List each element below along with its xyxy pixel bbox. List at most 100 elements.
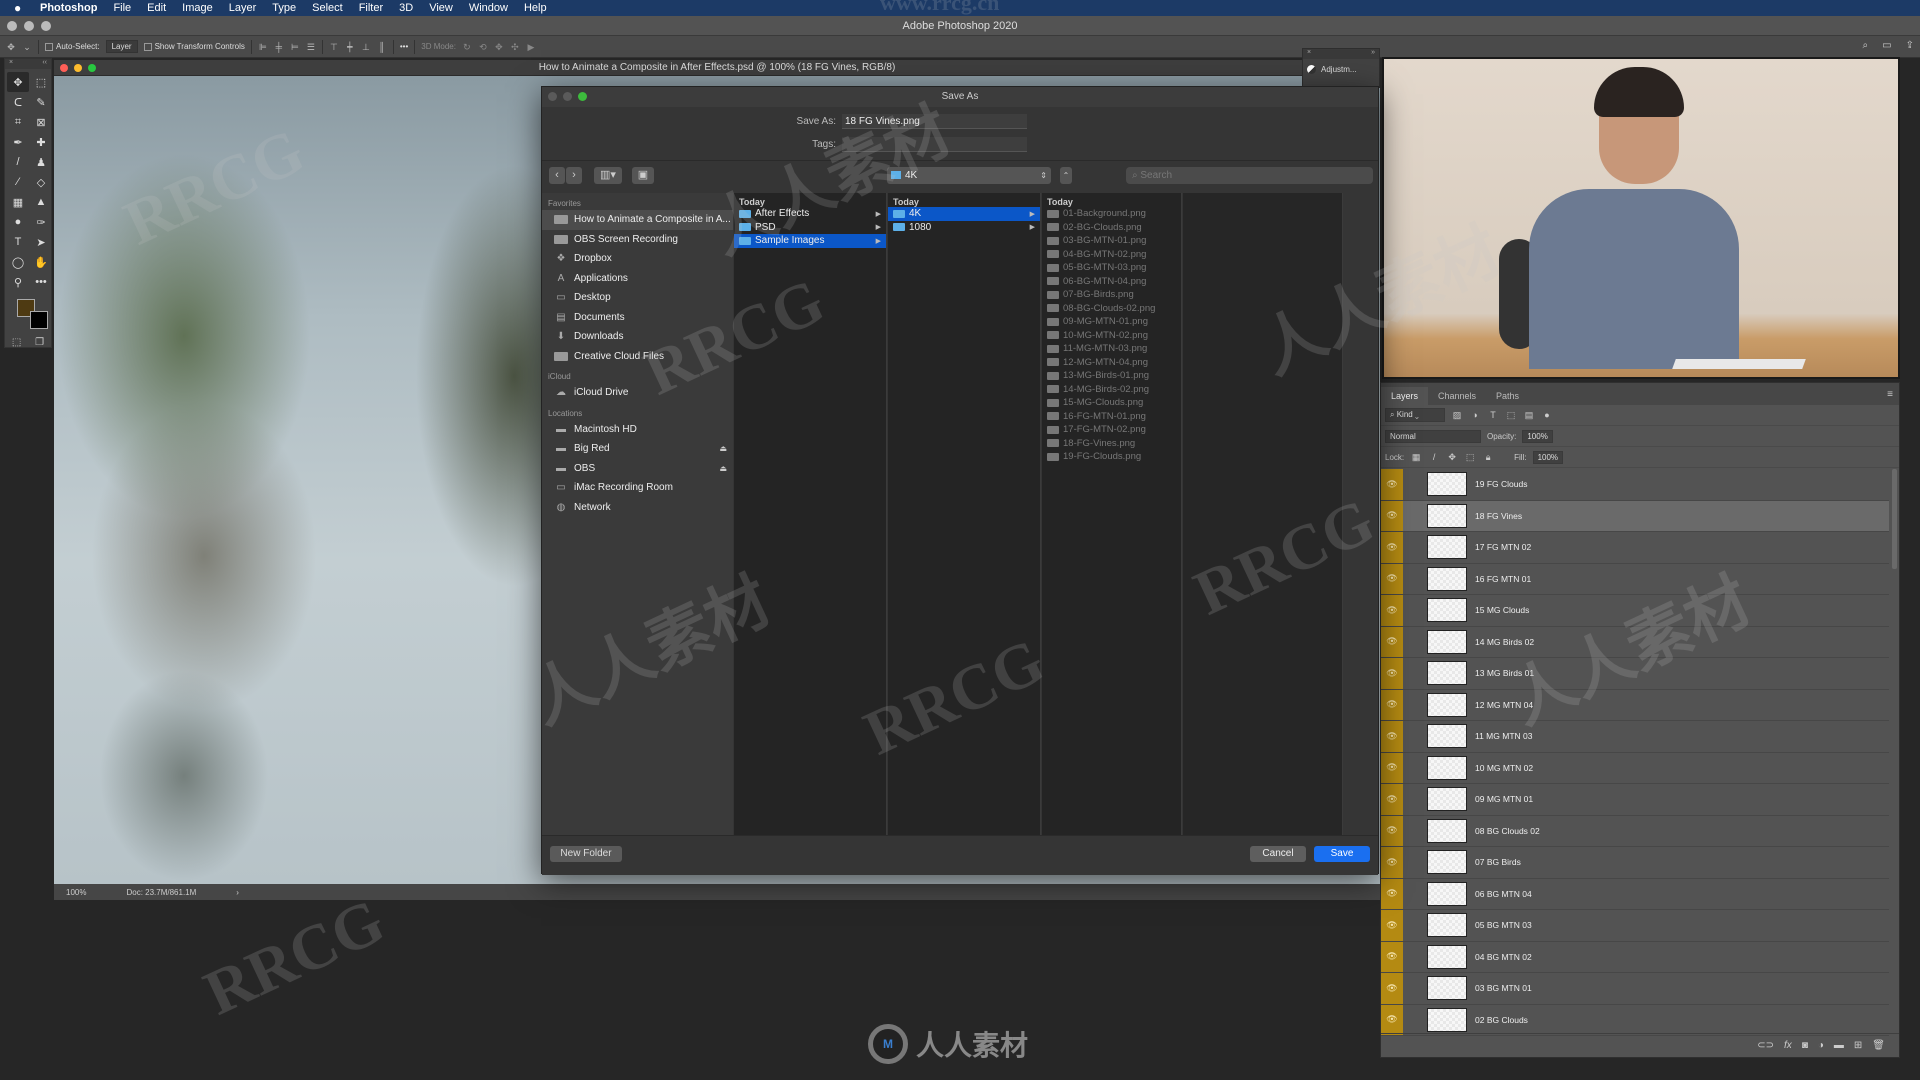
search-field[interactable]: ⌕ Search — [1126, 167, 1373, 184]
brush-tool-icon[interactable]: / — [7, 152, 29, 172]
workspace-icon[interactable]: ▭ — [1882, 40, 1891, 51]
opacity-field[interactable]: 100% — [1522, 429, 1553, 443]
file-item[interactable]: 07-BG-Birds.png — [1042, 288, 1181, 302]
align-left-icon[interactable]: ⊫ — [258, 42, 268, 52]
layer-row[interactable]: 👁︎ 14 MG Birds 02 — [1381, 626, 1889, 658]
auto-select-checkbox[interactable]: Auto-Select: — [45, 42, 100, 51]
layer-row[interactable]: 👁︎ 02 BG Clouds — [1381, 1004, 1889, 1036]
layer-name[interactable]: 07 BG Birds — [1475, 857, 1521, 867]
new-group-icon[interactable]: ▬ — [1834, 1040, 1844, 1051]
menu-3d[interactable]: 3D — [399, 2, 413, 14]
eraser-tool-icon[interactable]: ◇ — [30, 172, 52, 192]
sidebar-item[interactable]: ▬ Macintosh HD — [542, 420, 733, 440]
filter-kind-dropdown[interactable]: ⌕ Kind ⌄ — [1385, 408, 1445, 422]
folder-item[interactable]: PSD ▶ — [734, 221, 886, 235]
file-item[interactable]: 12-MG-MTN-04.png — [1042, 356, 1181, 370]
sidebar-item[interactable]: Creative Cloud Files — [542, 347, 733, 367]
file-item[interactable]: 18-FG-Vines.png — [1042, 437, 1181, 451]
align-bottom-icon[interactable]: ⊥ — [361, 42, 371, 52]
sidebar-item[interactable]: ▬ Big Red ⏏ — [542, 439, 733, 459]
visibility-eye-icon[interactable]: 👁︎ — [1381, 626, 1403, 657]
file-item[interactable]: 19-FG-Clouds.png — [1042, 450, 1181, 464]
3d-camera-icon[interactable]: ▶ — [526, 42, 536, 52]
screen-mode-icon[interactable]: ❐ — [35, 337, 44, 348]
pen-tool-icon[interactable]: ✑ — [30, 212, 52, 232]
adjustment-layer-icon[interactable]: ◑ — [1818, 1040, 1824, 1051]
apple-icon[interactable]: ● — [14, 1, 28, 15]
3d-pan-icon[interactable]: ✥ — [494, 42, 504, 52]
layer-name[interactable]: 06 BG MTN 04 — [1475, 889, 1532, 899]
blur-tool-icon[interactable]: ▲ — [30, 192, 52, 212]
filter-pixel-icon[interactable]: ▨ — [1451, 410, 1463, 421]
distribute-icon[interactable]: ☰ — [306, 42, 316, 52]
save-as-filename-input[interactable]: 18 FG Vines.png — [842, 114, 1027, 129]
lock-position-icon[interactable]: ✥ — [1446, 452, 1458, 463]
eject-icon[interactable]: ⏏ — [719, 444, 727, 453]
file-item[interactable]: 03-BG-MTN-01.png — [1042, 234, 1181, 248]
file-item[interactable]: 04-BG-MTN-02.png — [1042, 248, 1181, 262]
lock-transparency-icon[interactable]: ▦ — [1410, 452, 1422, 463]
close-icon[interactable]: × — [1307, 49, 1311, 59]
layers-scrollbar[interactable] — [1892, 469, 1897, 569]
sidebar-item[interactable]: ▭ Desktop — [542, 288, 733, 308]
sidebar-item[interactable]: OBS Screen Recording — [542, 230, 733, 250]
visibility-eye-icon[interactable]: 👁︎ — [1381, 910, 1403, 941]
filter-smart-object-icon[interactable]: ▤ — [1523, 410, 1535, 421]
filter-toggle-icon[interactable]: ● — [1541, 410, 1553, 420]
visibility-eye-icon[interactable]: 👁︎ — [1381, 878, 1403, 909]
sidebar-item[interactable]: ☁ iCloud Drive — [542, 383, 733, 403]
file-item[interactable]: 06-BG-MTN-04.png — [1042, 275, 1181, 289]
layer-row[interactable]: 👁︎ 12 MG MTN 04 — [1381, 689, 1889, 721]
3d-roll-icon[interactable]: ⟲ — [478, 42, 488, 52]
layer-row[interactable]: 👁︎ 17 FG MTN 02 — [1381, 532, 1889, 564]
visibility-eye-icon[interactable]: 👁︎ — [1381, 941, 1403, 972]
layer-row[interactable]: 👁︎ 05 BG MTN 03 — [1381, 910, 1889, 942]
fx-icon[interactable]: fx — [1784, 1040, 1792, 1051]
status-menu-arrow[interactable]: › — [236, 888, 239, 897]
file-item[interactable]: 16-FG-MTN-01.png — [1042, 410, 1181, 424]
menu-edit[interactable]: Edit — [147, 2, 166, 14]
expand-collapse-button[interactable]: ⌃ — [1060, 167, 1072, 184]
zoom-level[interactable]: 100% — [66, 888, 86, 897]
adjustments-button[interactable]: Adjustm... — [1303, 59, 1379, 80]
new-folder-icon-button[interactable]: ▣ — [632, 167, 654, 184]
visibility-eye-icon[interactable]: 👁︎ — [1381, 563, 1403, 594]
layer-row[interactable]: 👁︎ 16 FG MTN 01 — [1381, 563, 1889, 595]
file-item[interactable]: 15-MG-Clouds.png — [1042, 396, 1181, 410]
file-item[interactable]: 02-BG-Clouds.png — [1042, 221, 1181, 235]
layer-row[interactable]: 👁︎ 15 MG Clouds — [1381, 595, 1889, 627]
layer-name[interactable]: 13 MG Birds 01 — [1475, 668, 1534, 678]
distribute-vertical-icon[interactable]: ║ — [377, 42, 387, 52]
crop-tool-icon[interactable]: ⌗ — [7, 112, 29, 132]
filter-shape-icon[interactable]: ⬚ — [1505, 410, 1517, 421]
layer-row[interactable]: 👁︎ 08 BG Clouds 02 — [1381, 815, 1889, 847]
more-tools-icon[interactable]: ••• — [30, 272, 52, 292]
menu-filter[interactable]: Filter — [359, 2, 383, 14]
menu-type[interactable]: Type — [272, 2, 296, 14]
quick-mask-icon[interactable]: ⬚ — [12, 337, 21, 348]
visibility-eye-icon[interactable]: 👁︎ — [1381, 658, 1403, 689]
auto-select-target-dropdown[interactable]: Layer — [105, 40, 138, 53]
layer-row[interactable]: 👁︎ 13 MG Birds 01 — [1381, 658, 1889, 690]
add-mask-icon[interactable]: ◙ — [1802, 1040, 1808, 1051]
search-icon[interactable]: ⌕ — [1863, 40, 1869, 51]
visibility-eye-icon[interactable]: 👁︎ — [1381, 469, 1403, 500]
file-item[interactable]: 09-MG-MTN-01.png — [1042, 315, 1181, 329]
visibility-eye-icon[interactable]: 👁︎ — [1381, 595, 1403, 626]
path-selection-tool-icon[interactable]: ➤ — [30, 232, 52, 252]
more-options-button[interactable]: ••• — [400, 42, 408, 51]
layer-name[interactable]: 19 FG Clouds — [1475, 479, 1527, 489]
align-center-icon[interactable]: ╪ — [274, 42, 284, 52]
tab-paths[interactable]: Paths — [1486, 387, 1529, 405]
file-item[interactable]: 11-MG-MTN-03.png — [1042, 342, 1181, 356]
new-folder-button[interactable]: New Folder — [550, 846, 622, 862]
layer-name[interactable]: 11 MG MTN 03 — [1475, 731, 1532, 741]
sidebar-item[interactable]: ▬ OBS ⏏ — [542, 459, 733, 479]
lasso-tool-icon[interactable]: ᑕ — [7, 92, 29, 112]
file-item[interactable]: 10-MG-MTN-02.png — [1042, 329, 1181, 343]
background-color-swatch[interactable] — [30, 311, 48, 329]
type-tool-icon[interactable]: T — [7, 232, 29, 252]
folder-item[interactable]: Sample Images ▶ — [734, 234, 886, 248]
tab-layers[interactable]: Layers — [1381, 387, 1429, 405]
layer-row[interactable]: 👁︎ 07 BG Birds — [1381, 847, 1889, 879]
